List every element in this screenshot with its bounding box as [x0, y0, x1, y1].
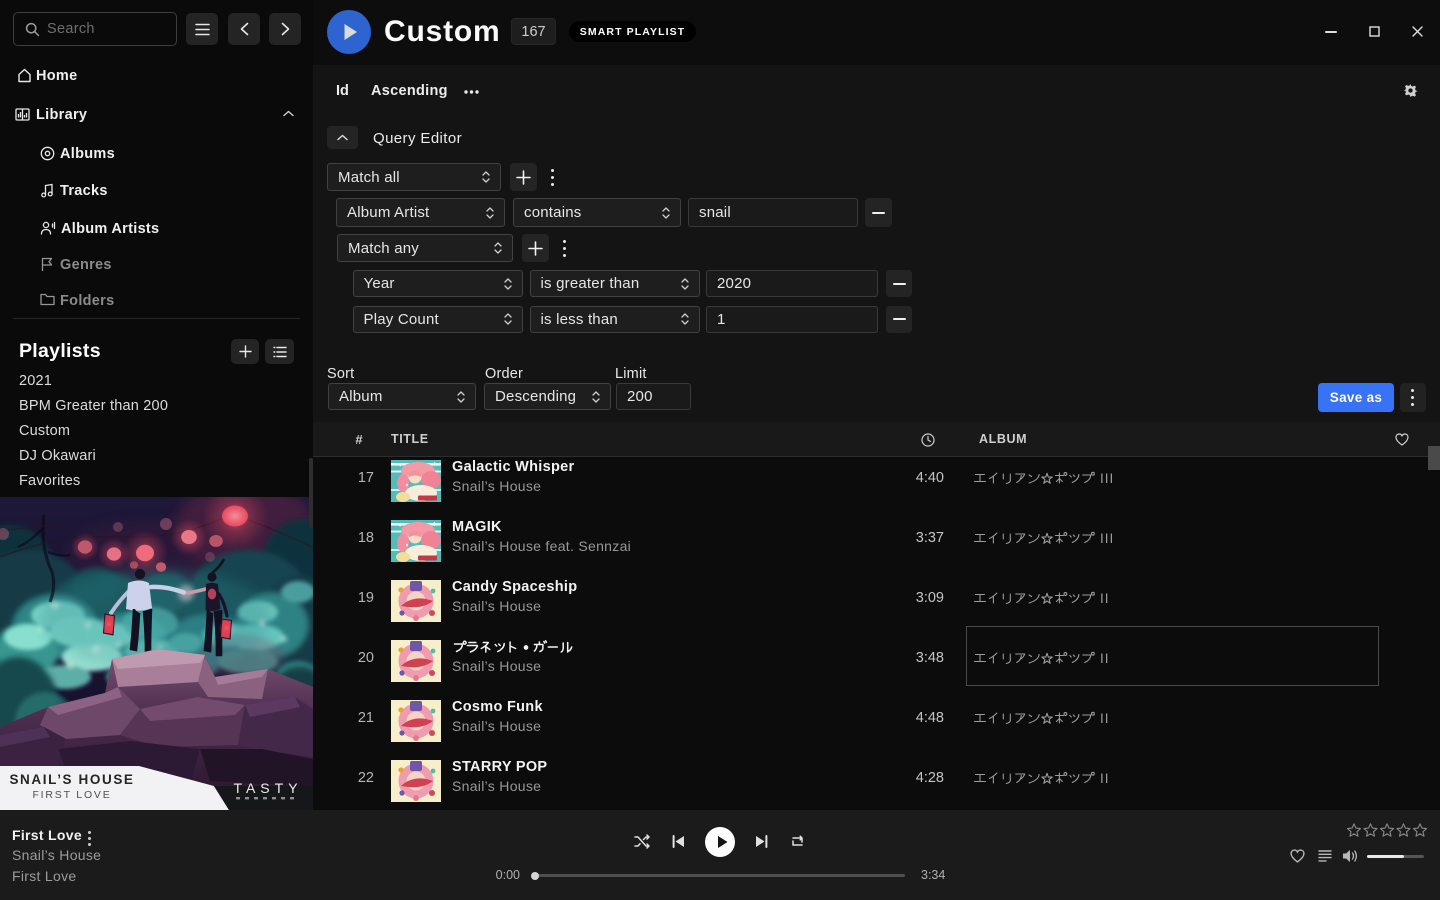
svg-text:SNAIL’S HOUSE: SNAIL’S HOUSE [9, 772, 134, 787]
svg-text:TASTY: TASTY [233, 780, 302, 796]
svg-text:FIRST LOVE: FIRST LOVE [32, 789, 111, 801]
